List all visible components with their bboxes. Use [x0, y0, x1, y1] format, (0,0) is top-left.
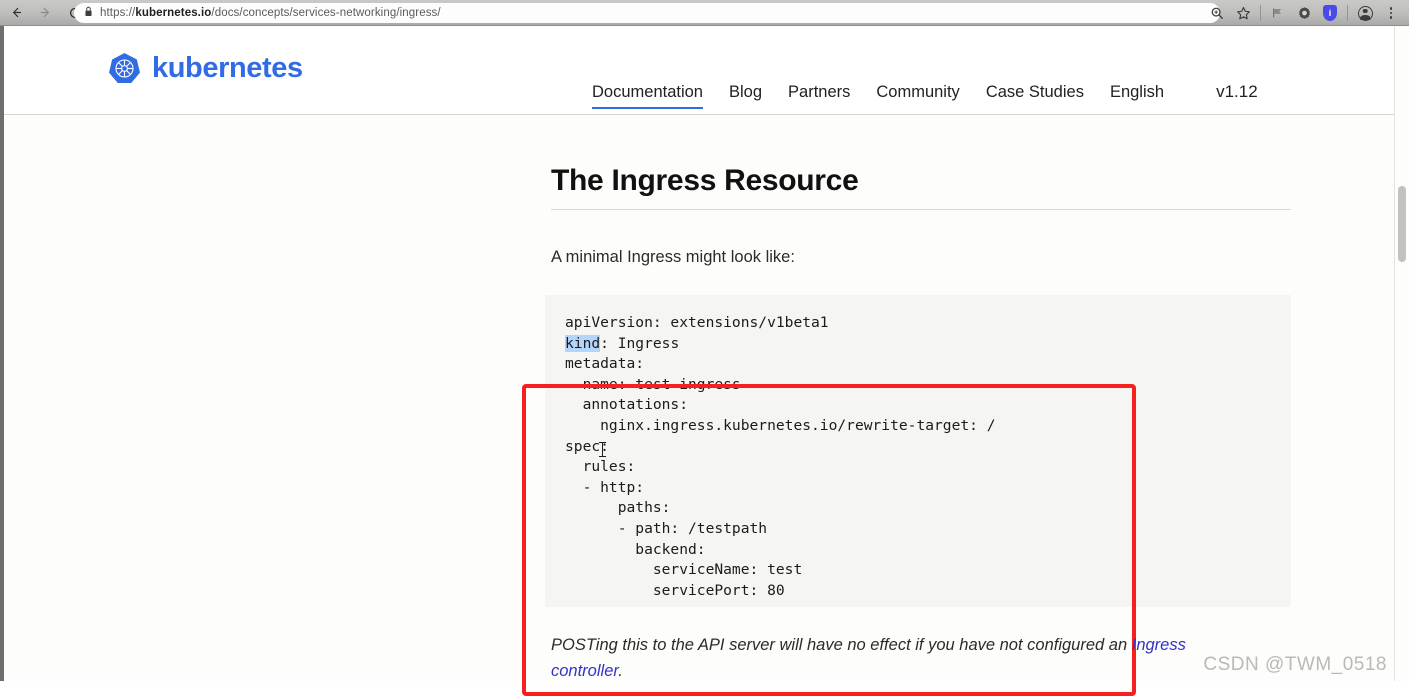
- yaml-code-block[interactable]: apiVersion: extensions/v1beta1 kind: Ing…: [565, 313, 996, 601]
- nav-link-case-studies[interactable]: Case Studies: [986, 83, 1084, 107]
- site-brand-name: kubernetes: [152, 52, 303, 84]
- extension-gear-icon[interactable]: [1291, 0, 1317, 26]
- footnote-end: .: [618, 662, 623, 680]
- toolbar-divider-2: [1347, 5, 1348, 21]
- site-navigation: Documentation Blog Partners Community Ca…: [592, 82, 1258, 109]
- nav-link-blog[interactable]: Blog: [729, 83, 762, 107]
- browser-nav-buttons: [0, 4, 83, 21]
- browser-toolbar: https://kubernetes.io/docs/concepts/serv…: [0, 0, 1409, 26]
- kubernetes-helm-logo: [108, 52, 141, 85]
- footnote-text: POSTing this to the API server will have…: [551, 636, 1132, 654]
- nav-link-partners[interactable]: Partners: [788, 83, 850, 107]
- lock-icon: [84, 4, 93, 22]
- footnote-paragraph: POSTing this to the API server will have…: [551, 632, 1241, 684]
- three-dot-menu-icon[interactable]: [1378, 0, 1404, 26]
- vertical-scrollbar[interactable]: [1394, 26, 1409, 681]
- page-title: The Ingress Resource: [551, 164, 859, 197]
- nav-link-community[interactable]: Community: [876, 83, 959, 107]
- forward-arrow-icon: [37, 4, 54, 21]
- page-viewport: kubernetes Documentation Blog Partners C…: [0, 26, 1409, 696]
- lead-paragraph: A minimal Ingress might look like:: [551, 248, 795, 266]
- text-cursor-ibeam: [599, 442, 606, 457]
- back-arrow-icon[interactable]: [8, 4, 25, 21]
- extension-flag-icon[interactable]: [1265, 0, 1291, 26]
- extension-blue-badge-icon[interactable]: i: [1317, 0, 1343, 26]
- main-content: The Ingress Resource A minimal Ingress m…: [4, 115, 1394, 696]
- scrollbar-thumb[interactable]: [1398, 186, 1406, 262]
- version-selector[interactable]: v1.12: [1216, 82, 1258, 102]
- site-brand[interactable]: kubernetes: [108, 52, 303, 85]
- csdn-watermark: CSDN @TWM_0518: [1203, 654, 1387, 675]
- nav-link-english[interactable]: English: [1110, 83, 1164, 107]
- browser-toolbar-right: i: [1204, 0, 1409, 26]
- nav-link-documentation[interactable]: Documentation: [592, 83, 703, 109]
- toolbar-divider: [1260, 5, 1261, 21]
- address-bar-url: https://kubernetes.io/docs/concepts/serv…: [100, 7, 441, 19]
- code-selection-kind: kind: [565, 334, 601, 352]
- star-bookmark-icon[interactable]: [1230, 0, 1256, 26]
- site-header: kubernetes Documentation Blog Partners C…: [4, 26, 1394, 115]
- zoom-magnifier-icon[interactable]: [1204, 0, 1230, 26]
- address-bar[interactable]: https://kubernetes.io/docs/concepts/serv…: [74, 3, 1220, 23]
- profile-avatar-icon[interactable]: [1352, 0, 1378, 26]
- title-divider: [551, 209, 1291, 210]
